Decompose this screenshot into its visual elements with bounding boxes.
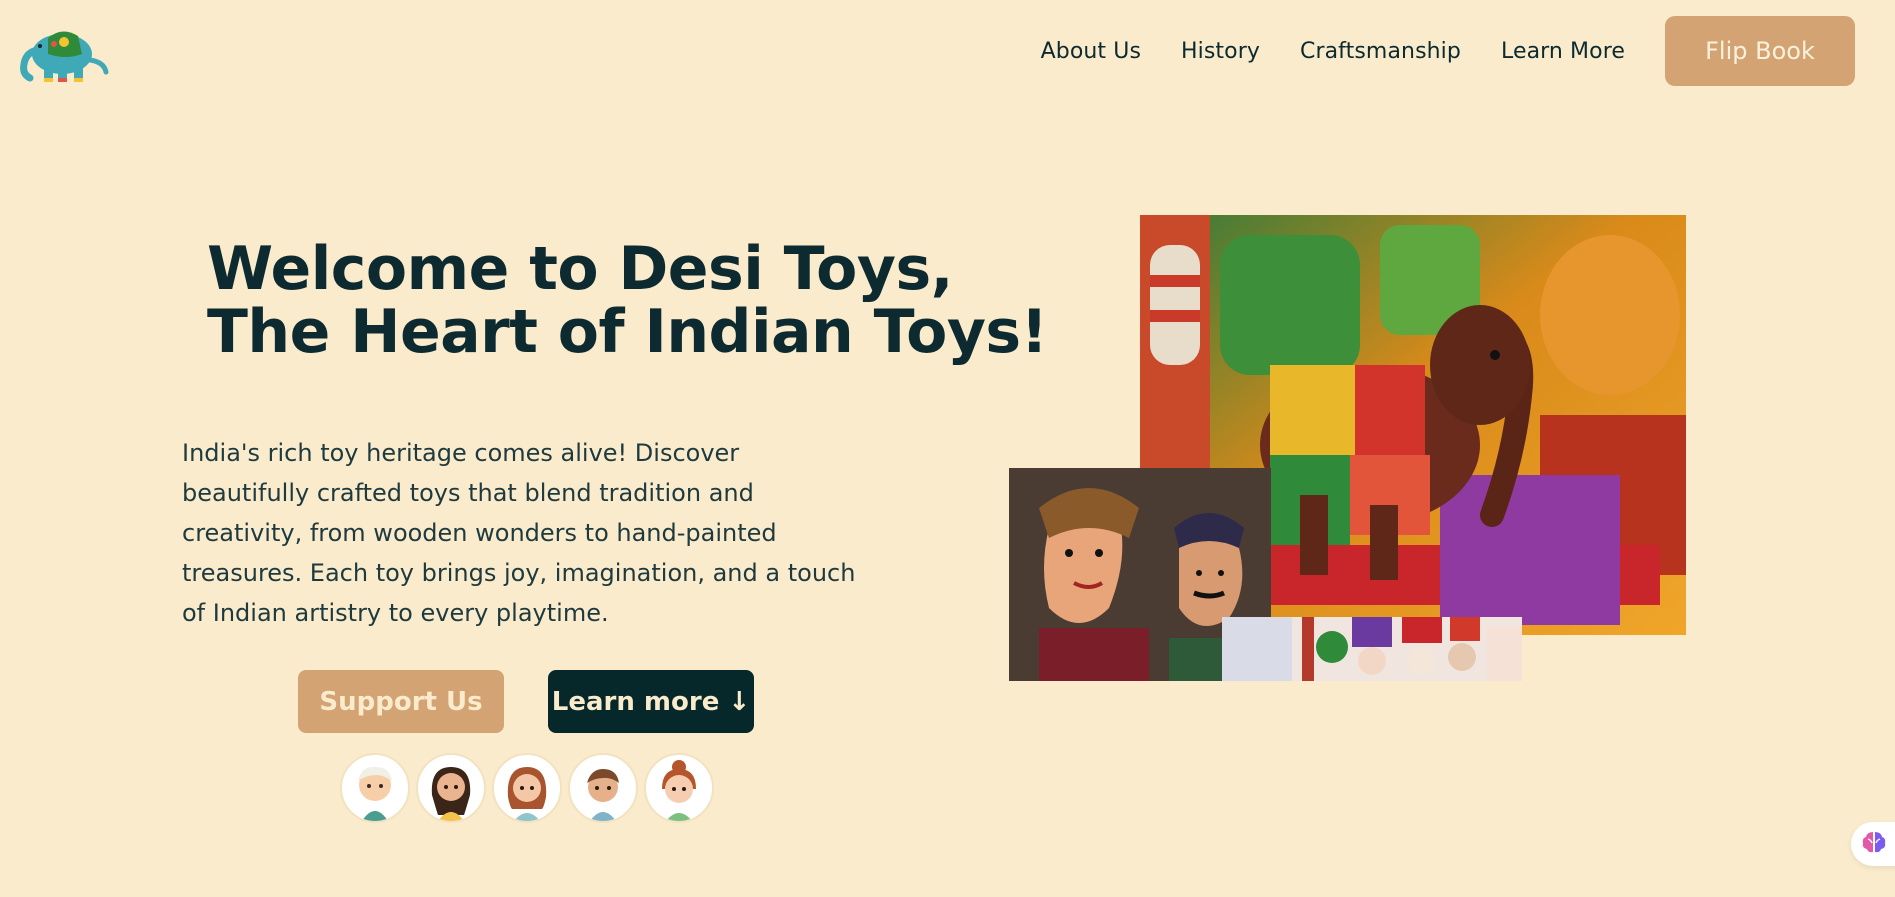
elephant-logo-icon[interactable]	[18, 20, 110, 86]
assistant-button[interactable]	[1851, 822, 1895, 866]
flip-book-button[interactable]: Flip Book	[1665, 16, 1855, 86]
nav-about-us[interactable]: About Us	[1041, 39, 1141, 64]
nav-history[interactable]: History	[1181, 39, 1260, 64]
hero-title-line-2: The Heart of Indian Toys!	[207, 297, 1048, 367]
avatar	[492, 753, 562, 823]
hero-title: Welcome to Desi Toys, The Heart of India…	[207, 238, 1048, 364]
avatar-group	[340, 753, 720, 823]
nav-learn-more[interactable]: Learn More	[1501, 39, 1625, 64]
avatar	[340, 753, 410, 823]
avatar	[416, 753, 486, 823]
learn-more-button[interactable]: Learn more ↓	[548, 670, 754, 733]
colorful-puppets-strip-photo	[1222, 617, 1522, 681]
main-navigation: About Us History Craftsmanship Learn Mor…	[1041, 16, 1855, 86]
avatar	[644, 753, 714, 823]
hero-description: India's rich toy heritage comes alive! D…	[182, 439, 856, 627]
nav-craftsmanship[interactable]: Craftsmanship	[1300, 39, 1461, 64]
avatar	[568, 753, 638, 823]
support-us-button[interactable]: Support Us	[298, 670, 504, 733]
brain-icon	[1861, 829, 1887, 859]
hero-title-line-1: Welcome to Desi Toys,	[207, 234, 953, 304]
